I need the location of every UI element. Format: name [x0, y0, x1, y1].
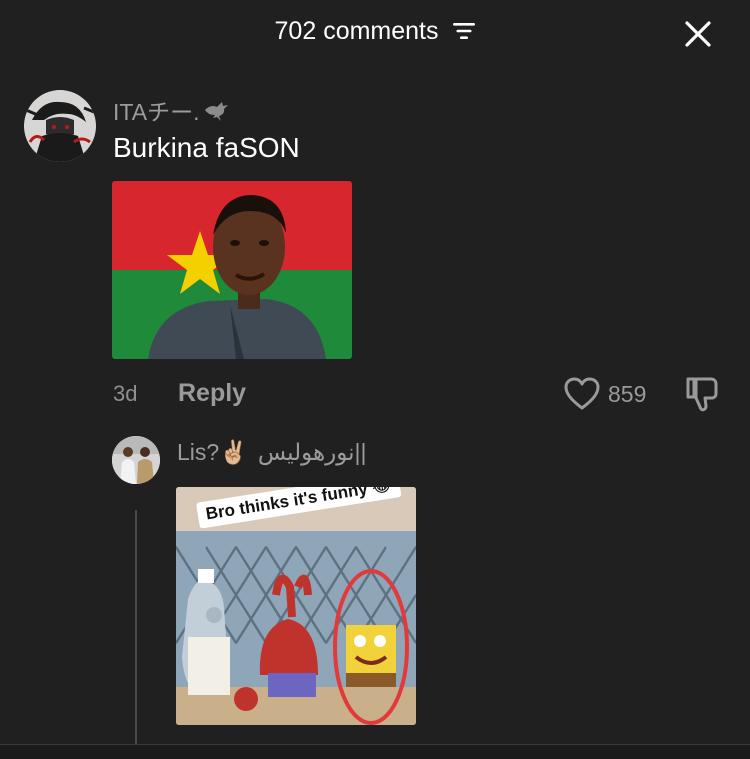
thumbs-down-icon[interactable] — [684, 375, 720, 413]
close-icon[interactable] — [684, 20, 712, 48]
comments-header: 702 comments — [0, 0, 750, 70]
reply-meme-image[interactable]: Bro thinks it's funny 😂 — [176, 487, 416, 725]
reply-avatar[interactable] — [112, 436, 160, 484]
thread-line — [135, 510, 137, 746]
comment-timestamp: 3d — [113, 381, 138, 406]
heart-icon[interactable] — [564, 377, 600, 411]
reply-username[interactable]: Lis?✌🏼 نورهوليس|| — [177, 439, 366, 466]
comments-title: 702 comments — [0, 17, 750, 47]
comment-username-label: ITAチー. — [113, 99, 200, 125]
reply-button[interactable]: Reply — [178, 379, 246, 408]
avatar[interactable] — [24, 90, 96, 162]
crow-icon — [203, 100, 229, 128]
reply-username-label: Lis?✌🏼 — [177, 439, 248, 465]
comment-text: Burkina faSON — [113, 132, 300, 163]
sort-filter-icon[interactable] — [453, 18, 476, 47]
like-count: 859 — [608, 381, 647, 407]
reply-username-alt: نورهوليس|| — [257, 439, 367, 465]
comment-username[interactable]: ITAチー. — [113, 93, 229, 128]
comment-count-label: 702 comments — [274, 17, 439, 45]
bottom-divider — [0, 744, 750, 759]
comment-image[interactable] — [112, 181, 352, 359]
